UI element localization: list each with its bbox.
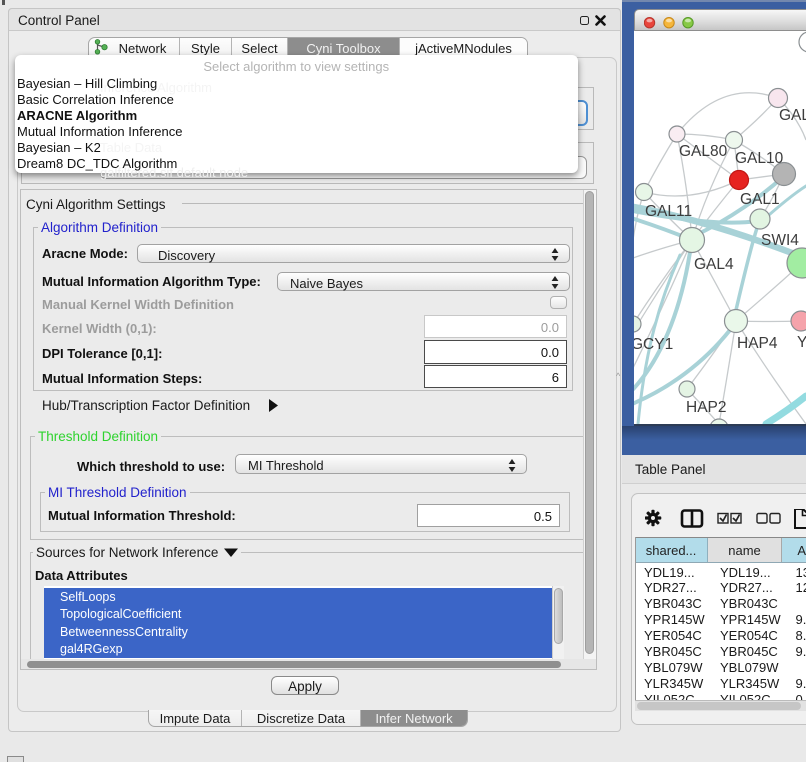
- svg-text:GCY1: GCY1: [634, 336, 673, 353]
- svg-text:GAL80: GAL80: [679, 143, 728, 160]
- svg-text:SWI4: SWI4: [761, 232, 799, 249]
- svg-text:GAL7: GAL7: [779, 107, 806, 124]
- svg-text:HAP4: HAP4: [737, 335, 778, 352]
- svg-text:GAL4: GAL4: [694, 256, 734, 273]
- svg-text:GAL11: GAL11: [645, 203, 692, 220]
- svg-text:HAP2: HAP2: [686, 399, 727, 416]
- svg-text:Y: Y: [797, 334, 806, 351]
- svg-text:GAL10: GAL10: [735, 150, 784, 167]
- svg-text:GAL1: GAL1: [740, 191, 780, 208]
